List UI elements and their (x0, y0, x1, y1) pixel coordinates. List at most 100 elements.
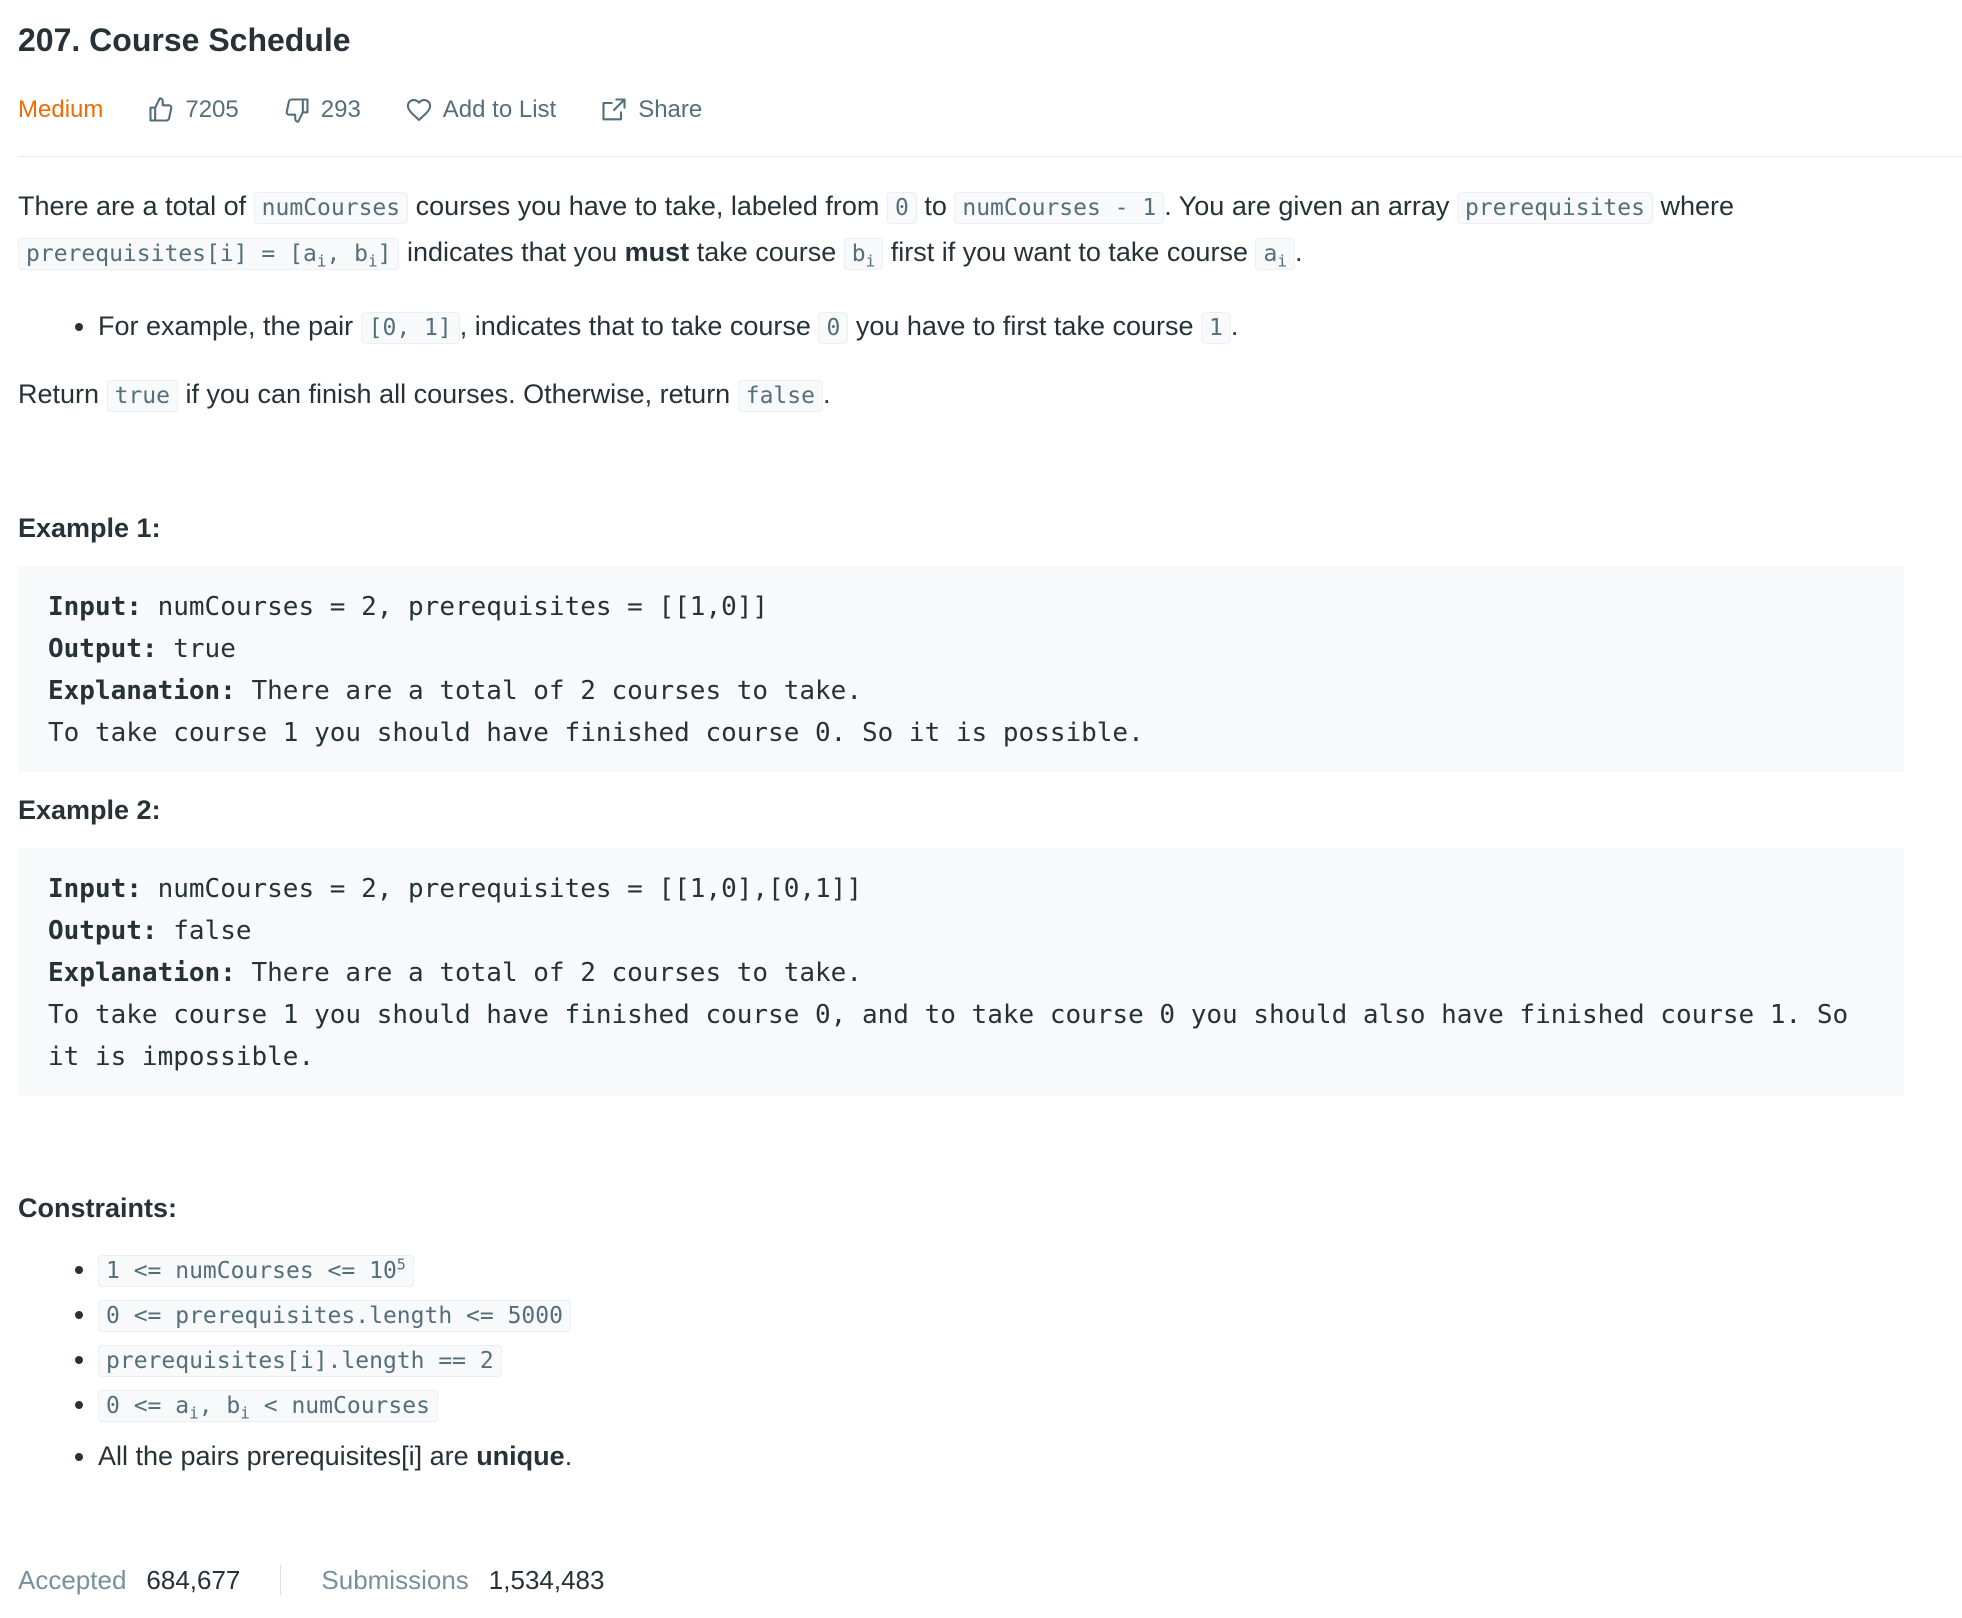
superscript: 5 (396, 1255, 406, 1274)
inline-code: ai (1255, 238, 1295, 271)
text-segment: if you can finish all courses. Otherwise… (185, 378, 731, 409)
inline-code: [0, 1] (360, 311, 460, 344)
emphasis-text: unique (476, 1440, 565, 1471)
text-segment: All the pairs prerequisites[i] are (98, 1440, 469, 1471)
problem-meta-bar: Medium 7205 293 Add to List Share (18, 90, 746, 130)
inline-code: 0 <= prerequisites.length <= 5000 (98, 1300, 571, 1333)
thumbs-up-icon (149, 97, 173, 122)
code-segment: , b (326, 241, 368, 267)
list-item: 0 <= prerequisites.length <= 5000 (98, 1293, 1928, 1338)
subscript: i (316, 251, 327, 271)
inline-code: false (737, 379, 823, 412)
example-bullet-list: For example, the pair [0, 1], indicates … (18, 304, 1928, 350)
code-segment: 0 <= a (106, 1393, 190, 1420)
text-segment: . (1230, 310, 1239, 341)
subscript: i (865, 251, 876, 271)
text-segment: courses you have to take, labeled from (415, 191, 880, 221)
subscript: i (367, 251, 378, 271)
output-label: Output: (48, 915, 158, 946)
text-segment: indicates that you (407, 237, 618, 267)
code-segment: 1 <= numCourses <= 10 (106, 1258, 397, 1285)
text-segment: . (822, 378, 831, 409)
text-segment: . (1294, 237, 1303, 267)
explanation-text: There are a total of 2 courses to take. … (48, 957, 1849, 1072)
emphasis-text: must (624, 237, 690, 267)
text-segment: For example, the pair (98, 310, 354, 341)
problem-description: There are a total of numCourses courses … (18, 184, 1928, 1478)
text-segment: Return (18, 378, 100, 409)
like-button[interactable]: 7205 (147, 96, 239, 124)
text-segment: , indicates that to take course (459, 310, 811, 341)
list-item: prerequisites[i].length == 2 (98, 1338, 1928, 1383)
share-label: Share (638, 96, 703, 123)
output-label: Output: (48, 633, 158, 664)
example-1-code-block: Input: numCourses = 2, prerequisites = [… (18, 565, 1904, 772)
inline-code: prerequisites[i].length == 2 (98, 1345, 502, 1378)
code-segment: , b (198, 1393, 241, 1420)
stats-divider (280, 1565, 282, 1595)
inline-code: 0 (818, 311, 849, 344)
inline-code: prerequisites (1456, 192, 1653, 224)
like-count: 7205 (185, 96, 239, 123)
code-segment: a (1263, 241, 1278, 267)
subscript: i (189, 1403, 199, 1423)
input-label: Input: (48, 873, 142, 904)
submission-stats: Accepted 684,677 Submissions 1,534,483 (18, 1560, 604, 1600)
text-segment: . (564, 1440, 573, 1471)
share-icon (602, 98, 626, 121)
inline-code: 1 <= numCourses <= 105 (98, 1255, 414, 1288)
output-value: true (157, 633, 236, 664)
accepted-value: 684,677 (146, 1564, 241, 1595)
description-paragraph-1: There are a total of numCourses courses … (18, 184, 1928, 284)
dislike-count: 293 (320, 96, 361, 123)
text-segment: . You are given an array (1164, 191, 1450, 221)
constraints-heading: Constraints: (18, 1192, 178, 1223)
difficulty-label: Medium (18, 96, 104, 123)
submissions-label: Submissions (321, 1564, 469, 1595)
list-item: 0 <= ai, bi < numCourses (98, 1383, 1928, 1435)
inline-code: true (106, 379, 178, 412)
dislike-button[interactable]: 293 (283, 96, 361, 124)
example-1-heading: Example 1: (18, 512, 161, 543)
thumbs-down-icon (285, 98, 309, 123)
text-segment: where (1660, 191, 1735, 221)
share-button[interactable]: Share (600, 96, 702, 124)
inline-code: 0 (886, 192, 917, 224)
description-paragraph-2: Return true if you can finish all course… (18, 372, 1928, 418)
constraints-list: 1 <= numCourses <= 105 0 <= prerequisite… (18, 1244, 1928, 1478)
code-segment: prerequisites[i] = [a (26, 241, 317, 267)
text-segment: first if you want to take course (890, 237, 1248, 267)
input-value: numCourses = 2, prerequisites = [[1,0],[… (141, 873, 862, 904)
example-2-heading: Example 2: (18, 794, 161, 825)
inline-code: prerequisites[i] = [ai, bi] (18, 238, 400, 271)
subscript: i (240, 1403, 250, 1423)
add-to-list-label: Add to List (442, 96, 557, 123)
text-segment: There are a total of (18, 191, 247, 221)
submissions-value: 1,534,483 (488, 1564, 605, 1595)
inline-code: 0 <= ai, bi < numCourses (98, 1390, 438, 1423)
explanation-label: Explanation: (48, 675, 236, 706)
text-segment: take course (696, 237, 837, 267)
explanation-label: Explanation: (48, 957, 236, 988)
inline-code: numCourses - 1 (954, 192, 1165, 224)
accepted-label: Accepted (18, 1564, 127, 1595)
input-label: Input: (48, 591, 142, 622)
problem-title: 207. Course Schedule (18, 22, 351, 58)
header-divider (18, 156, 1962, 157)
list-item: 1 <= numCourses <= 105 (98, 1244, 1928, 1294)
add-to-list-button[interactable]: Add to List (405, 96, 556, 124)
example-2-code-block: Input: numCourses = 2, prerequisites = [… (18, 847, 1904, 1096)
inline-code: bi (843, 238, 884, 271)
list-item: All the pairs prerequisites[i] are uniqu… (98, 1435, 1928, 1478)
code-segment: < numCourses (249, 1393, 430, 1420)
inline-code: 1 (1201, 311, 1231, 344)
subscript: i (1277, 251, 1287, 271)
code-segment: ] (377, 241, 392, 267)
inline-code: numCourses (253, 192, 409, 224)
text-segment: to (924, 191, 947, 221)
output-value: false (157, 915, 252, 946)
code-segment: b (851, 241, 866, 267)
input-value: numCourses = 2, prerequisites = [[1,0]] (141, 591, 769, 622)
text-segment: you have to first take course (855, 310, 1194, 341)
list-item: For example, the pair [0, 1], indicates … (98, 304, 1928, 350)
